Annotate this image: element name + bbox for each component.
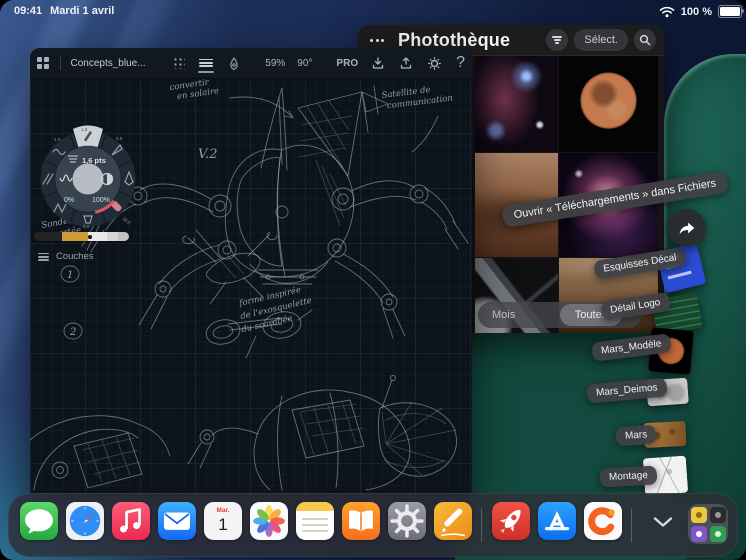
dots-grid-icon: [172, 57, 185, 69]
app-notes[interactable]: [296, 502, 334, 540]
tool-wheel[interactable]: 1.0 5.5 16.5 6.0 1.6 1,6 pts 0% 100%: [30, 116, 148, 242]
annotation-number-1: 1: [67, 270, 73, 281]
messages-icon: [25, 509, 53, 534]
status-bar: 09:41 Mardi 1 avril 100 %: [0, 0, 746, 22]
app-music[interactable]: [112, 502, 150, 540]
app-rocket[interactable]: [492, 502, 530, 540]
photos-flower-icon: [253, 505, 285, 537]
concepts-toolbar: Concepts_blue... 59% 90° PRO ?: [30, 48, 472, 79]
rotation-angle[interactable]: 90°: [291, 58, 318, 69]
status-time: 09:41: [14, 5, 43, 17]
settings-gear-icon: [390, 504, 424, 538]
calendar-weekday: Mar.: [216, 507, 230, 514]
search-icon: [639, 34, 651, 46]
mini-app-star-icon: [690, 525, 707, 542]
help-button[interactable]: ?: [449, 48, 472, 78]
book-icon: [349, 510, 373, 532]
forward-arrow-icon: [679, 222, 695, 235]
dock-divider: [631, 508, 632, 542]
c-swirl-icon: [588, 507, 615, 536]
filter-lines-icon: [552, 35, 563, 45]
wheel-size-3: 16.5: [121, 216, 131, 226]
annotation-number-2: 2: [69, 327, 76, 338]
safari-icon: [69, 505, 101, 537]
pen-icon: [440, 508, 466, 537]
stroke-size-label: 1,6 pts: [82, 156, 106, 165]
tab-mois[interactable]: Mois: [492, 302, 515, 328]
app-safari[interactable]: [66, 502, 104, 540]
concepts-window: convertir en solaire Satellite de commun…: [30, 48, 472, 500]
more-icon[interactable]: [370, 38, 384, 42]
pen-nib-icon: [229, 56, 238, 70]
forward-arrow-button[interactable]: [668, 209, 706, 247]
app-books[interactable]: [342, 502, 380, 540]
layers-icon: [38, 251, 49, 263]
mail-icon: [164, 512, 190, 530]
list-lines-icon: [197, 57, 214, 73]
drag-item-label[interactable]: Montage: [599, 465, 658, 488]
battery-label: 100 %: [680, 5, 712, 18]
pen-mode-button[interactable]: [220, 48, 248, 78]
app-photos[interactable]: [250, 502, 288, 540]
layer-list-button[interactable]: [192, 48, 220, 78]
pro-badge[interactable]: PRO: [330, 58, 364, 69]
mini-app-camera-icon: [709, 506, 726, 523]
dots-grid-button[interactable]: [166, 48, 192, 78]
color-bar[interactable]: [34, 232, 129, 241]
settings-button[interactable]: [420, 48, 449, 78]
wheel-selected-size: 1.6: [81, 127, 88, 132]
opacity-min-label: 0%: [64, 197, 74, 204]
search-button[interactable]: [634, 29, 656, 51]
import-button[interactable]: [364, 48, 392, 78]
status-date: Mardi 1 avril: [50, 5, 115, 17]
select-button[interactable]: Sélect.: [574, 29, 628, 51]
export-button[interactable]: [392, 48, 420, 78]
wheel-size-2: 5.5: [116, 136, 123, 141]
dock-divider: [481, 508, 482, 542]
ipad-screen: Photothèque Sélect. Mois Toutes converti…: [0, 0, 746, 560]
toolbar-divider: [59, 56, 61, 70]
music-note-icon: [120, 508, 141, 533]
wheel-size-1: 1.0: [54, 137, 61, 142]
app-app-store[interactable]: [538, 502, 576, 540]
import-icon: [372, 57, 384, 69]
app-color-c[interactable]: [584, 502, 622, 540]
grid-icon: [37, 57, 49, 69]
gear-icon: [428, 56, 441, 70]
app-mail[interactable]: [158, 502, 196, 540]
rocket-icon: [499, 509, 521, 534]
annotation-version: V.2: [198, 147, 218, 162]
gallery-button[interactable]: [30, 48, 56, 78]
app-group[interactable]: [688, 504, 728, 544]
dock: Mar. 1: [8, 493, 738, 557]
battery-icon: [718, 5, 744, 18]
layers-label: Couches: [56, 251, 94, 263]
notes-band: [296, 502, 334, 511]
app-concepts[interactable]: [434, 502, 472, 540]
chevron-down-icon[interactable]: [652, 515, 674, 529]
app-store-icon: [544, 511, 570, 531]
view-options-button[interactable]: [546, 29, 569, 51]
document-title[interactable]: Concepts_blue...: [65, 58, 152, 69]
color-bar-marker: [88, 235, 92, 239]
export-icon: [400, 57, 412, 69]
app-calendar[interactable]: Mar. 1: [204, 502, 242, 540]
opacity-max-label: 100%: [92, 197, 110, 204]
photo-horsehead-nebula[interactable]: [475, 55, 558, 152]
mini-app-green-icon: [709, 525, 726, 542]
photo-mars-globe[interactable]: [559, 55, 658, 152]
wheel-size-4: 6.0: [83, 224, 90, 229]
app-messages[interactable]: [20, 502, 58, 540]
wheel-center-button[interactable]: [72, 163, 104, 195]
calendar-day: 1: [218, 515, 228, 534]
wifi-icon: [659, 6, 675, 17]
mini-app-lightbulb-icon: [690, 506, 707, 523]
layers-button[interactable]: Couches: [38, 251, 94, 263]
app-settings[interactable]: [388, 502, 426, 540]
zoom-level[interactable]: 59%: [259, 58, 291, 69]
drag-item-label[interactable]: Mars: [615, 424, 657, 447]
